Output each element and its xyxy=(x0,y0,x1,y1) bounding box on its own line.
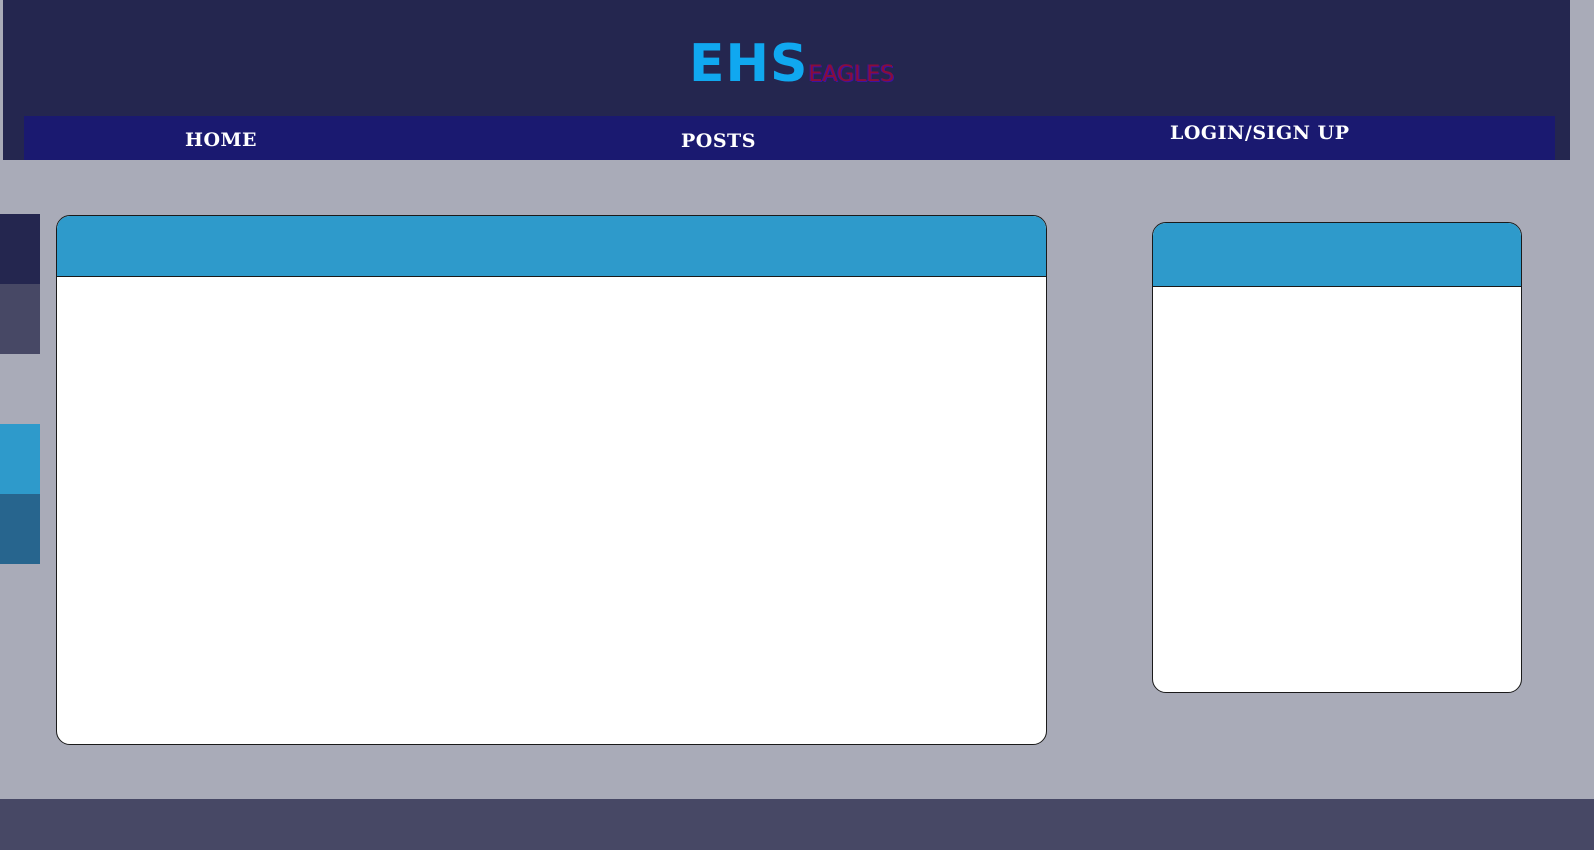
nav-home-link[interactable]: HOME xyxy=(185,129,257,151)
color-palette-strip xyxy=(0,214,40,564)
site-footer xyxy=(0,799,1594,850)
main-navbar: HOME POSTS LOGIN/SIGN UP xyxy=(24,116,1555,160)
main-panel-header xyxy=(57,216,1046,277)
nav-posts-link[interactable]: POSTS xyxy=(681,130,756,152)
sidebar-panel xyxy=(1152,222,1522,693)
site-logo[interactable]: EHSEAGLES xyxy=(689,34,894,94)
palette-swatch xyxy=(0,214,40,284)
main-content-panel xyxy=(56,215,1047,745)
palette-swatch xyxy=(0,424,40,494)
sidebar-panel-header xyxy=(1153,223,1521,287)
site-header: EHSEAGLES HOME POSTS LOGIN/SIGN UP xyxy=(3,0,1570,160)
logo-sub-text: EAGLES xyxy=(808,62,895,87)
palette-swatch xyxy=(0,494,40,564)
palette-swatch xyxy=(0,284,40,354)
logo-main-text: EHS xyxy=(689,34,809,94)
palette-swatch xyxy=(0,354,40,424)
nav-login-signup-link[interactable]: LOGIN/SIGN UP xyxy=(1170,122,1350,144)
